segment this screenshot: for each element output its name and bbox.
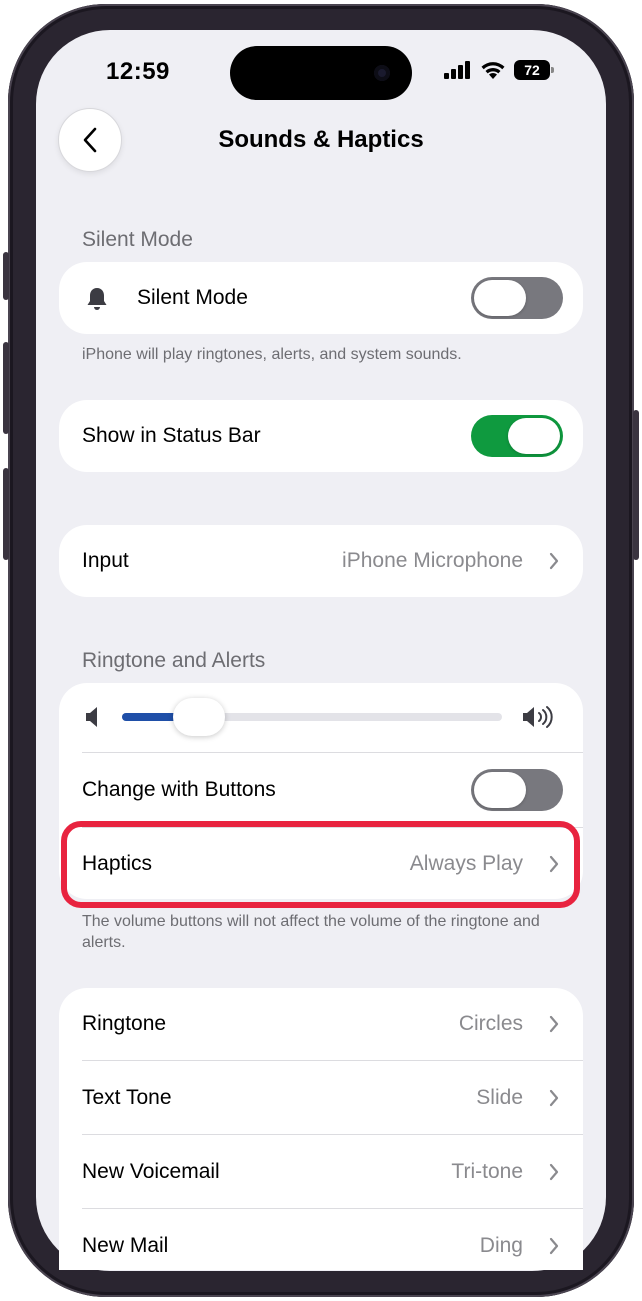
status-time: 12:59 (106, 58, 170, 85)
chevron-right-icon (549, 1015, 559, 1033)
action-button (3, 252, 9, 300)
volume-slider[interactable] (122, 698, 502, 736)
text-tone-label: Text Tone (82, 1085, 172, 1109)
input-label: Input (82, 549, 129, 572)
show-in-status-bar-row: Show in Status Bar (59, 400, 583, 472)
silent-mode-footer: iPhone will play ringtones, alerts, and … (82, 346, 462, 363)
new-voicemail-label: New Voicemail (82, 1159, 220, 1183)
chevron-right-icon (549, 1237, 559, 1255)
silent-mode-row: Silent Mode (59, 262, 583, 334)
screen-bottom-edge (0, 1271, 642, 1301)
section-header-ringtone-and-alerts: Ringtone and Alerts (82, 649, 266, 672)
new-mail-value: Ding (479, 1233, 523, 1257)
text-tone-row[interactable]: Text Tone Slide (59, 1061, 583, 1134)
haptics-value: Always Play (409, 851, 523, 875)
new-voicemail-row[interactable]: New Voicemail Tri-tone (59, 1135, 583, 1208)
silent-mode-card: Silent Mode (59, 262, 583, 334)
volume-slider-row (59, 683, 583, 753)
tones-card: Ringtone Circles Text Tone Slide New Voi… (59, 988, 583, 1288)
power-button (633, 410, 639, 560)
volume-up-button (3, 342, 9, 434)
input-row[interactable]: Input iPhone Microphone (59, 525, 583, 597)
show-in-status-bar-card: Show in Status Bar (59, 400, 583, 472)
speaker-low-icon (86, 707, 97, 727)
section-header-silent-mode: Silent Mode (82, 228, 193, 251)
camera-icon (374, 65, 390, 81)
ringtone-row[interactable]: Ringtone Circles (59, 988, 583, 1060)
battery-level: 72 (524, 62, 540, 78)
new-mail-label: New Mail (82, 1233, 169, 1257)
new-voicemail-value: Tri-tone (451, 1159, 523, 1183)
chevron-right-icon (549, 1089, 559, 1107)
status-icons: 72 (444, 60, 554, 80)
chevron-right-icon (549, 855, 559, 872)
speaker-high-icon (523, 706, 553, 728)
battery-indicator: 72 (514, 60, 554, 80)
ringtone-label: Ringtone (82, 1012, 167, 1035)
haptics-label: Haptics (82, 851, 153, 875)
ringtone-value: Circles (458, 1012, 523, 1035)
change-with-buttons-label: Change with Buttons (82, 778, 276, 801)
volume-down-button (3, 468, 9, 560)
show-in-status-bar-toggle[interactable] (471, 415, 563, 457)
input-card[interactable]: Input iPhone Microphone (59, 525, 583, 597)
text-tone-value: Slide (476, 1085, 523, 1109)
show-in-status-bar-label: Show in Status Bar (82, 424, 261, 447)
change-with-buttons-toggle[interactable] (471, 769, 563, 811)
chevron-right-icon (549, 1163, 559, 1181)
wifi-icon (481, 61, 505, 79)
cellular-signal-icon (444, 61, 470, 79)
haptics-row[interactable]: Haptics Always Play (59, 828, 583, 899)
page-title: Sounds & Haptics (218, 126, 424, 153)
silent-mode-label: Silent Mode (137, 286, 248, 309)
input-value: iPhone Microphone (342, 549, 523, 572)
volume-slider-thumb[interactable] (172, 698, 225, 736)
change-with-buttons-row: Change with Buttons (59, 753, 583, 827)
silent-mode-toggle[interactable] (471, 277, 563, 319)
ringtone-alerts-footer: The volume buttons will not affect the v… (82, 913, 540, 951)
bell-icon (87, 288, 107, 310)
dynamic-island (230, 46, 412, 100)
chevron-right-icon (549, 552, 559, 570)
ringtone-alerts-card: Change with Buttons Haptics Always Play (59, 683, 583, 899)
